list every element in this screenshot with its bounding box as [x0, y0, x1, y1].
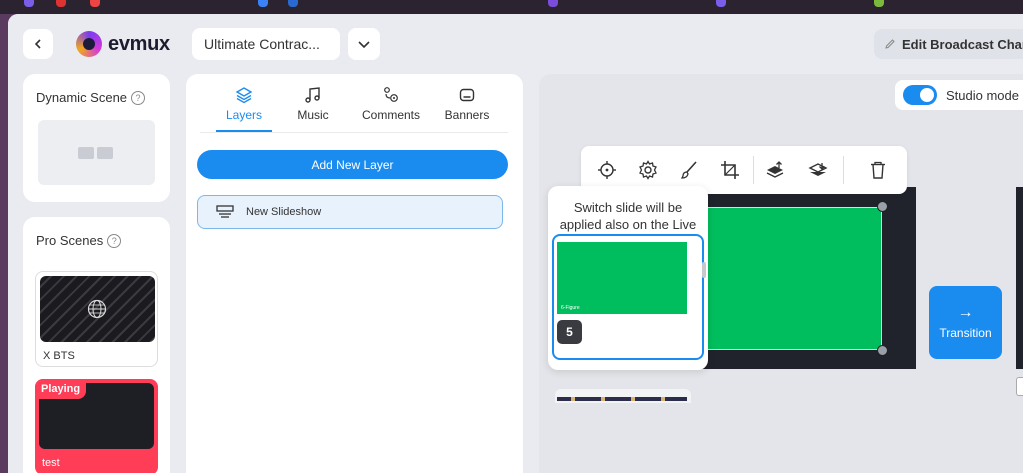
- tab-label: Comments: [361, 108, 420, 122]
- divider: [200, 132, 508, 133]
- resize-handle[interactable]: [877, 345, 888, 356]
- settings-tool[interactable]: [636, 158, 660, 182]
- back-button[interactable]: [23, 29, 53, 59]
- brush-icon: [680, 161, 697, 179]
- slide-switch-popover: Switch slide will be applied also on the…: [548, 186, 708, 370]
- trash-icon: [871, 161, 885, 179]
- help-icon[interactable]: ?: [107, 233, 122, 248]
- crosshair-icon: [598, 161, 616, 179]
- tab-layers[interactable]: Layers: [206, 86, 282, 132]
- tab-label: Banners: [444, 108, 490, 122]
- edit-broadcast-button[interactable]: Edit Broadcast Char: [874, 29, 1023, 59]
- pro-scenes-card: Pro Scenes ? X BTS Playing test: [23, 217, 170, 473]
- transition-label: Transition: [939, 325, 992, 340]
- scene-card-test[interactable]: Playing test: [35, 379, 158, 473]
- studio-mode-toggle[interactable]: Studio mode: [895, 80, 1023, 110]
- header: evmux Ultimate Contrac... Edit Broadcast…: [8, 14, 1023, 72]
- playing-badge: Playing: [35, 379, 87, 399]
- app-logo[interactable]: evmux: [76, 29, 170, 59]
- comments-icon: [384, 87, 398, 102]
- broadcast-name-selector[interactable]: Ultimate Contrac...: [192, 28, 340, 60]
- broadcast-dropdown-button[interactable]: [348, 28, 380, 60]
- next-slide-preview[interactable]: [555, 389, 691, 403]
- layers-panel: Layers Music Comments Banners Add New La…: [186, 74, 523, 473]
- tab-label: Music: [297, 108, 329, 122]
- dynamic-scene-preview[interactable]: [38, 120, 155, 185]
- layout-tile-icon: [78, 147, 94, 159]
- pro-scenes-title-text: Pro Scenes: [36, 233, 104, 248]
- slide-thumbnail: 6-Figure: [557, 242, 687, 314]
- pro-scenes-title: Pro Scenes ?: [36, 233, 122, 248]
- tab-label: Layers: [225, 108, 263, 122]
- scene-label: test: [42, 457, 60, 469]
- tab-music[interactable]: Music: [275, 86, 351, 132]
- dynamic-scene-card: Dynamic Scene ?: [23, 74, 170, 202]
- pencil-icon: [885, 39, 895, 49]
- help-icon[interactable]: ?: [131, 90, 146, 105]
- scene-thumbnail: [40, 276, 155, 342]
- bring-forward-tool[interactable]: [763, 158, 787, 182]
- toolbar-separator: [753, 156, 754, 184]
- slideshow-icon: [216, 205, 234, 218]
- popover-message: Switch slide will be applied also on the…: [559, 200, 697, 232]
- tab-comments[interactable]: Comments: [353, 86, 429, 132]
- dynamic-scene-title: Dynamic Scene ?: [36, 90, 146, 105]
- slide-number-badge: 5: [557, 320, 582, 344]
- dynamic-scene-title-text: Dynamic Scene: [36, 90, 128, 105]
- layer-item-new-slideshow[interactable]: New Slideshow: [197, 195, 503, 229]
- slide-thumb-label: 6-Figure: [561, 305, 580, 311]
- chevron-left-icon: [34, 39, 41, 49]
- scene-card-x-bts[interactable]: X BTS: [35, 271, 158, 367]
- crop-icon: [721, 161, 739, 179]
- delete-tool[interactable]: [866, 158, 890, 182]
- chevron-down-icon: [358, 41, 370, 49]
- transition-button[interactable]: → Transition: [929, 286, 1002, 359]
- crop-tool[interactable]: [718, 158, 742, 182]
- gear-icon: [639, 160, 657, 180]
- globe-icon: [87, 299, 107, 319]
- slide-thumbnail: [557, 397, 687, 401]
- send-backward-tool[interactable]: [806, 158, 830, 182]
- music-icon: [305, 87, 320, 103]
- position-tool[interactable]: [595, 158, 619, 182]
- tab-banners[interactable]: Banners: [429, 86, 505, 132]
- layers-icon: [235, 87, 253, 104]
- app-window: evmux Ultimate Contrac... Edit Broadcast…: [8, 14, 1023, 473]
- arrow-right-icon: →: [957, 303, 974, 321]
- layer-label: New Slideshow: [246, 206, 322, 218]
- slide-card[interactable]: 6-Figure 5: [552, 234, 704, 360]
- bring-forward-icon: [766, 161, 784, 178]
- evmux-logo-icon: [76, 31, 102, 57]
- layout-tile-icon: [97, 147, 113, 159]
- live-canvas[interactable]: [1016, 187, 1023, 369]
- logo-text: evmux: [108, 32, 170, 55]
- stage-area: Studio mode Switch slide will be applied…: [539, 74, 1023, 473]
- add-new-layer-button[interactable]: Add New Layer: [197, 150, 508, 179]
- edit-broadcast-label: Edit Broadcast Char: [902, 36, 1023, 52]
- toggle-switch[interactable]: [903, 85, 937, 105]
- toolbar-separator: [843, 156, 844, 184]
- studio-mode-label: Studio mode: [946, 87, 1019, 103]
- os-taskbar-strip: [0, 0, 1023, 14]
- style-tool[interactable]: [677, 158, 701, 182]
- banner-icon: [459, 88, 475, 102]
- resize-handle[interactable]: [877, 201, 888, 212]
- send-backward-icon: [808, 163, 828, 176]
- scene-label: X BTS: [43, 350, 75, 362]
- canvas-layer-slideshow[interactable]: [694, 207, 882, 350]
- drag-handle[interactable]: [702, 262, 706, 278]
- live-canvas-control[interactable]: [1016, 377, 1023, 396]
